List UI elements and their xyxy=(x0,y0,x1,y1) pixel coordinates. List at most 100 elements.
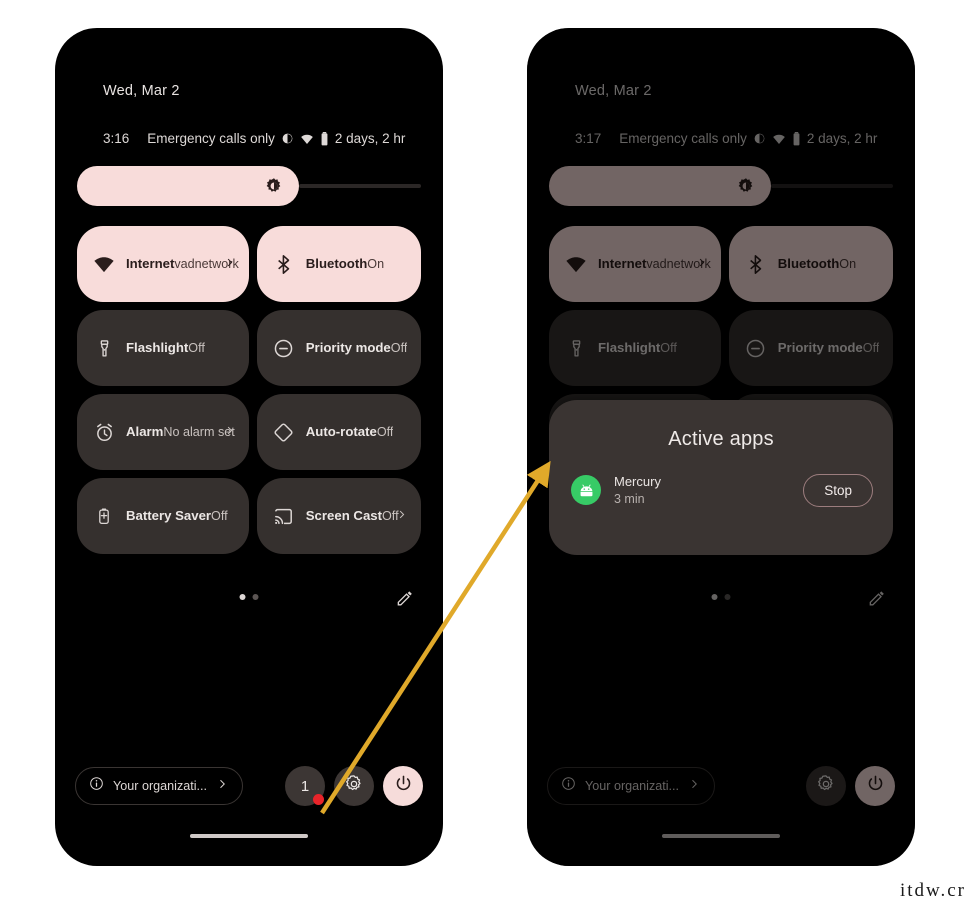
edit-tiles-icon[interactable] xyxy=(395,588,415,608)
tile-title: Internet xyxy=(598,256,647,271)
carrier-label: Emergency calls only xyxy=(619,131,747,146)
power-button[interactable] xyxy=(855,766,895,806)
date-label: Wed, Mar 2 xyxy=(575,83,652,99)
page-dot-1[interactable] xyxy=(239,594,246,600)
tile-title: Screen Cast xyxy=(305,508,382,523)
organization-info-button[interactable]: Your organizati... xyxy=(547,767,716,805)
info-icon xyxy=(561,776,576,796)
page-dots[interactable] xyxy=(239,594,259,600)
edit-tiles-icon[interactable] xyxy=(867,588,887,608)
auto-rotate-icon xyxy=(271,422,297,443)
brightness-slider-fill[interactable] xyxy=(549,166,771,206)
tile-title: Priority mode xyxy=(777,340,863,355)
tile-title: Auto-rotate xyxy=(305,424,377,439)
tile-screen-cast[interactable]: Screen CastOff xyxy=(256,478,421,554)
page-dot-1[interactable] xyxy=(711,594,718,600)
tile-bluetooth[interactable]: BluetoothOn xyxy=(728,226,893,302)
page-dots[interactable] xyxy=(711,594,731,600)
brightness-slider-track[interactable] xyxy=(771,184,893,188)
active-apps-button[interactable]: 1 xyxy=(285,766,325,806)
brightness-slider[interactable] xyxy=(77,166,421,206)
tile-priority-mode[interactable]: Priority modeOff xyxy=(256,310,421,386)
quick-settings-footer: Your organizati... xyxy=(527,764,915,808)
tile-alarm[interactable]: AlarmNo alarm set xyxy=(77,394,249,470)
settings-button[interactable] xyxy=(334,766,374,806)
battery-icon xyxy=(320,131,329,146)
active-app-name: Mercury xyxy=(614,474,661,489)
carrier-label: Emergency calls only xyxy=(147,131,275,146)
tile-title: Bluetooth xyxy=(777,256,840,271)
tile-battery-saver[interactable]: Battery SaverOff xyxy=(77,478,249,554)
quick-settings-tiles: Internetvadnetwork BluetoothOn FlashlightO… xyxy=(77,226,421,554)
tile-subtitle: On xyxy=(839,257,857,271)
alarm-icon xyxy=(91,422,117,443)
tile-title: Bluetooth xyxy=(305,256,368,271)
tile-title: Priority mode xyxy=(305,340,391,355)
tile-text: Internetvadnetwork xyxy=(126,255,239,273)
tile-title: Alarm xyxy=(126,424,164,439)
page-dot-2[interactable] xyxy=(252,594,259,600)
tile-text: Priority modeOff xyxy=(306,339,408,357)
tile-text: Auto-rotateOff xyxy=(306,423,394,441)
do-not-disturb-icon xyxy=(743,338,769,359)
battery-icon xyxy=(792,131,801,146)
tile-auto-rotate[interactable]: Auto-rotateOff xyxy=(256,394,421,470)
brightness-slider-track[interactable] xyxy=(299,184,421,188)
active-apps-dialog: Active apps Mercury 3 min Stop xyxy=(549,400,893,555)
home-indicator xyxy=(190,834,308,838)
active-app-meta: Mercury 3 min xyxy=(614,473,803,507)
stop-app-button[interactable]: Stop xyxy=(803,473,873,507)
quick-settings-screen-left: Wed, Mar 2 3:16 Emergency calls only 2 d… xyxy=(55,28,443,866)
tile-subtitle: Off xyxy=(188,341,205,355)
battery-label: 2 days, 2 hr xyxy=(806,131,878,146)
settings-button[interactable] xyxy=(806,766,846,806)
do-not-disturb-icon xyxy=(271,338,297,359)
tile-bluetooth[interactable]: BluetoothOn xyxy=(256,226,421,302)
clock-label: 3:17 xyxy=(575,131,602,146)
active-app-duration: 3 min xyxy=(614,491,645,506)
power-button[interactable] xyxy=(383,766,423,806)
active-apps-title: Active apps xyxy=(668,428,774,450)
bluetooth-icon xyxy=(743,254,769,274)
tile-priority-mode[interactable]: Priority modeOff xyxy=(728,310,893,386)
tile-text: FlashlightOff xyxy=(126,339,205,357)
date-label: Wed, Mar 2 xyxy=(103,83,180,99)
chevron-right-icon[interactable] xyxy=(696,255,707,273)
vibrate-icon xyxy=(281,132,294,145)
tile-flashlight[interactable]: FlashlightOff xyxy=(77,310,249,386)
status-bar: 3:17 Emergency calls only 2 days, 2 hr xyxy=(575,131,877,146)
brightness-slider[interactable] xyxy=(549,166,893,206)
page-indicator-row xyxy=(55,586,443,612)
tile-title: Flashlight xyxy=(598,340,661,355)
tile-title: Flashlight xyxy=(126,340,189,355)
brightness-icon xyxy=(265,177,283,195)
wifi-icon xyxy=(563,253,589,275)
tile-subtitle: Off xyxy=(390,341,408,355)
brightness-slider-fill[interactable] xyxy=(77,166,299,206)
page-dot-2[interactable] xyxy=(724,594,731,600)
phone-right: Wed, Mar 2 3:17 Emergency calls only 2 d… xyxy=(527,28,915,866)
chevron-right-icon[interactable] xyxy=(224,255,235,273)
quick-settings-screen-right: Wed, Mar 2 3:17 Emergency calls only 2 d… xyxy=(527,28,915,866)
tile-flashlight[interactable]: FlashlightOff xyxy=(549,310,721,386)
chevron-right-icon[interactable] xyxy=(224,423,235,441)
tile-internet[interactable]: Internetvadnetwork xyxy=(549,226,721,302)
brightness-icon xyxy=(737,177,755,195)
tile-subtitle: On xyxy=(367,257,385,271)
tile-text: FlashlightOff xyxy=(598,339,677,357)
status-bar: 3:16 Emergency calls only 2 days, 2 hr xyxy=(103,131,405,146)
chevron-right-icon xyxy=(688,777,700,795)
power-icon xyxy=(394,774,413,798)
page-indicator-row xyxy=(527,586,915,612)
tile-text: Priority modeOff xyxy=(778,339,880,357)
android-app-icon xyxy=(571,475,601,506)
tile-subtitle: Off xyxy=(660,341,677,355)
tile-text: Screen CastOff xyxy=(306,507,399,525)
watermark: itdw.cr xyxy=(899,880,966,901)
organization-info-button[interactable]: Your organizati... xyxy=(75,767,244,805)
tile-title: Internet xyxy=(126,256,175,271)
clock-label: 3:16 xyxy=(103,131,130,146)
tile-internet[interactable]: Internetvadnetwork xyxy=(77,226,249,302)
chevron-right-icon[interactable] xyxy=(396,507,407,525)
gear-icon xyxy=(816,774,836,799)
